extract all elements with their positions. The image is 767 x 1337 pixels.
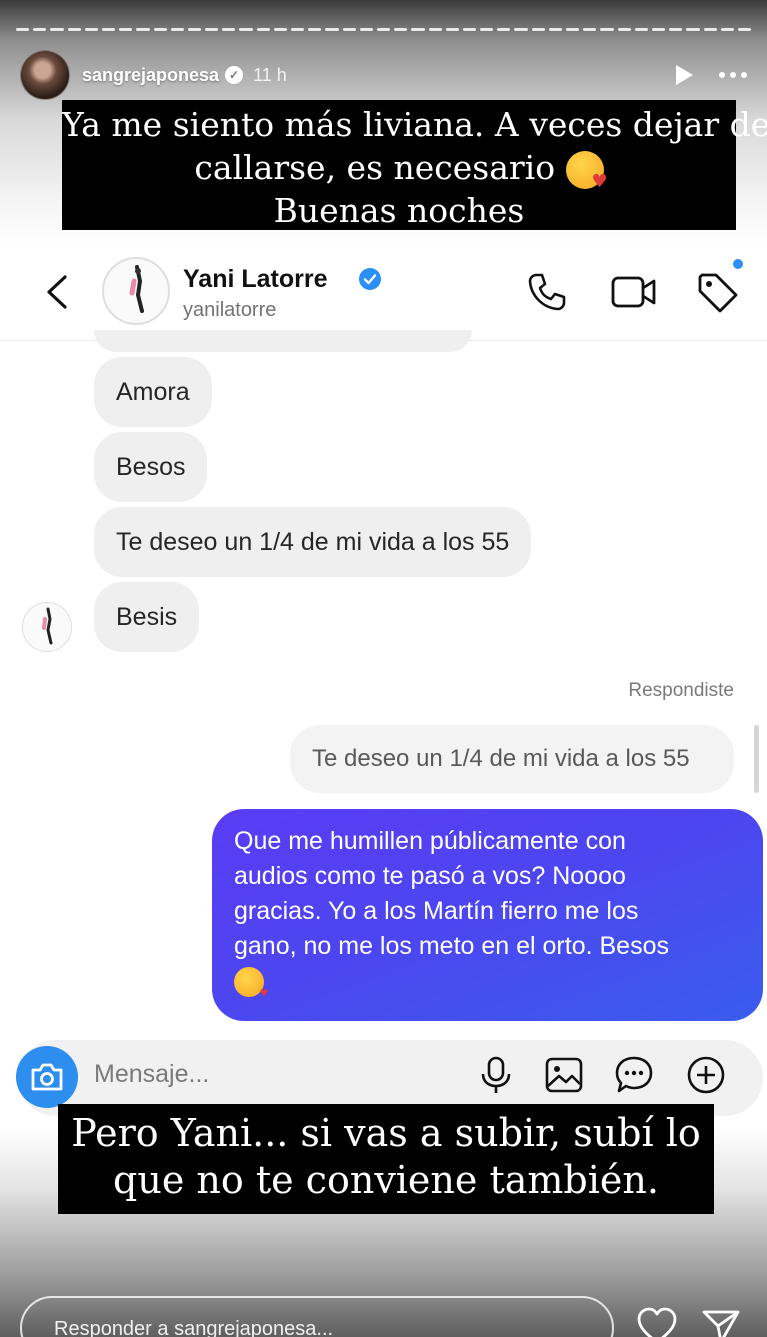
kiss-emoji: [234, 967, 268, 999]
camera-icon: [31, 1063, 63, 1091]
message-input[interactable]: Mensaje...: [94, 1060, 209, 1089]
caption-line: callarse, es necesario: [194, 148, 556, 187]
verified-icon: [359, 268, 381, 290]
caption-line: Buenas noches: [273, 191, 525, 230]
received-message[interactable]: Besos: [94, 432, 208, 502]
sent-message[interactable]: Que me humillen públicamente con audios …: [212, 809, 763, 1021]
caption-line: Pero Yani... si vas a subir, subí lo: [71, 1111, 701, 1155]
dm-contact-name[interactable]: Yani Latorre: [183, 265, 328, 294]
dm-avatar[interactable]: [102, 257, 170, 325]
sent-message-line: Que me humillen públicamente con: [234, 827, 626, 855]
verified-icon: ✓: [225, 66, 244, 84]
dm-contact-handle: yanilatorre: [183, 299, 277, 321]
back-icon[interactable]: [46, 275, 68, 309]
sent-message-line: gano, no me los meto en el orto. Besos: [234, 932, 669, 960]
tag-icon[interactable]: [696, 271, 740, 315]
story-caption-bottom: Pero Yani... si vas a subir, subí lo que…: [58, 1104, 714, 1214]
reply-indicator-bar: [754, 725, 759, 793]
caption-line: Ya me siento más liviana. A veces dejar …: [62, 105, 767, 144]
quoted-message[interactable]: Te deseo un 1/4 de mi vida a los 55: [290, 725, 734, 793]
story-header: sangrejaponesa ✓ 11 h: [20, 48, 747, 102]
received-message[interactable]: Besis: [94, 582, 200, 652]
sent-message-line: gracias. Yo a los Martín fierro me los: [234, 897, 639, 925]
story-username[interactable]: sangrejaponesa: [82, 65, 219, 86]
sender-avatar[interactable]: [22, 602, 72, 652]
gallery-icon[interactable]: [544, 1055, 584, 1095]
mic-icon[interactable]: [476, 1055, 516, 1095]
kiss-emoji: [565, 151, 608, 191]
sent-message-line: audios como te pasó a vos? Noooo: [234, 862, 626, 890]
received-message[interactable]: Amora: [94, 357, 212, 427]
call-icon[interactable]: [526, 271, 568, 313]
dm-header: Yani Latorre yanilatorre: [0, 245, 767, 341]
caption-line: que no te conviene también.: [113, 1158, 659, 1202]
notification-dot: [731, 257, 745, 271]
heart-icon[interactable]: [636, 1306, 678, 1337]
story-avatar[interactable]: [20, 50, 70, 100]
video-icon[interactable]: [610, 271, 658, 313]
story-time: 11 h: [253, 64, 287, 85]
received-message[interactable]: Te deseo un 1/4 de mi vida a los 55: [94, 507, 532, 577]
more-icon[interactable]: [719, 72, 747, 78]
camera-button[interactable]: [16, 1046, 78, 1108]
replied-label: Respondiste: [628, 680, 734, 701]
story-reply-input[interactable]: Responder a sangrejaponesa...: [20, 1296, 614, 1337]
story-progress-bar: [16, 28, 752, 31]
previous-message-bubble: [94, 330, 472, 352]
sticker-icon[interactable]: [614, 1055, 654, 1095]
send-icon[interactable]: [700, 1306, 742, 1337]
story-caption-top: Ya me siento más liviana. A veces dejar …: [62, 100, 767, 230]
play-icon[interactable]: [676, 65, 693, 85]
plus-icon[interactable]: [686, 1055, 726, 1095]
